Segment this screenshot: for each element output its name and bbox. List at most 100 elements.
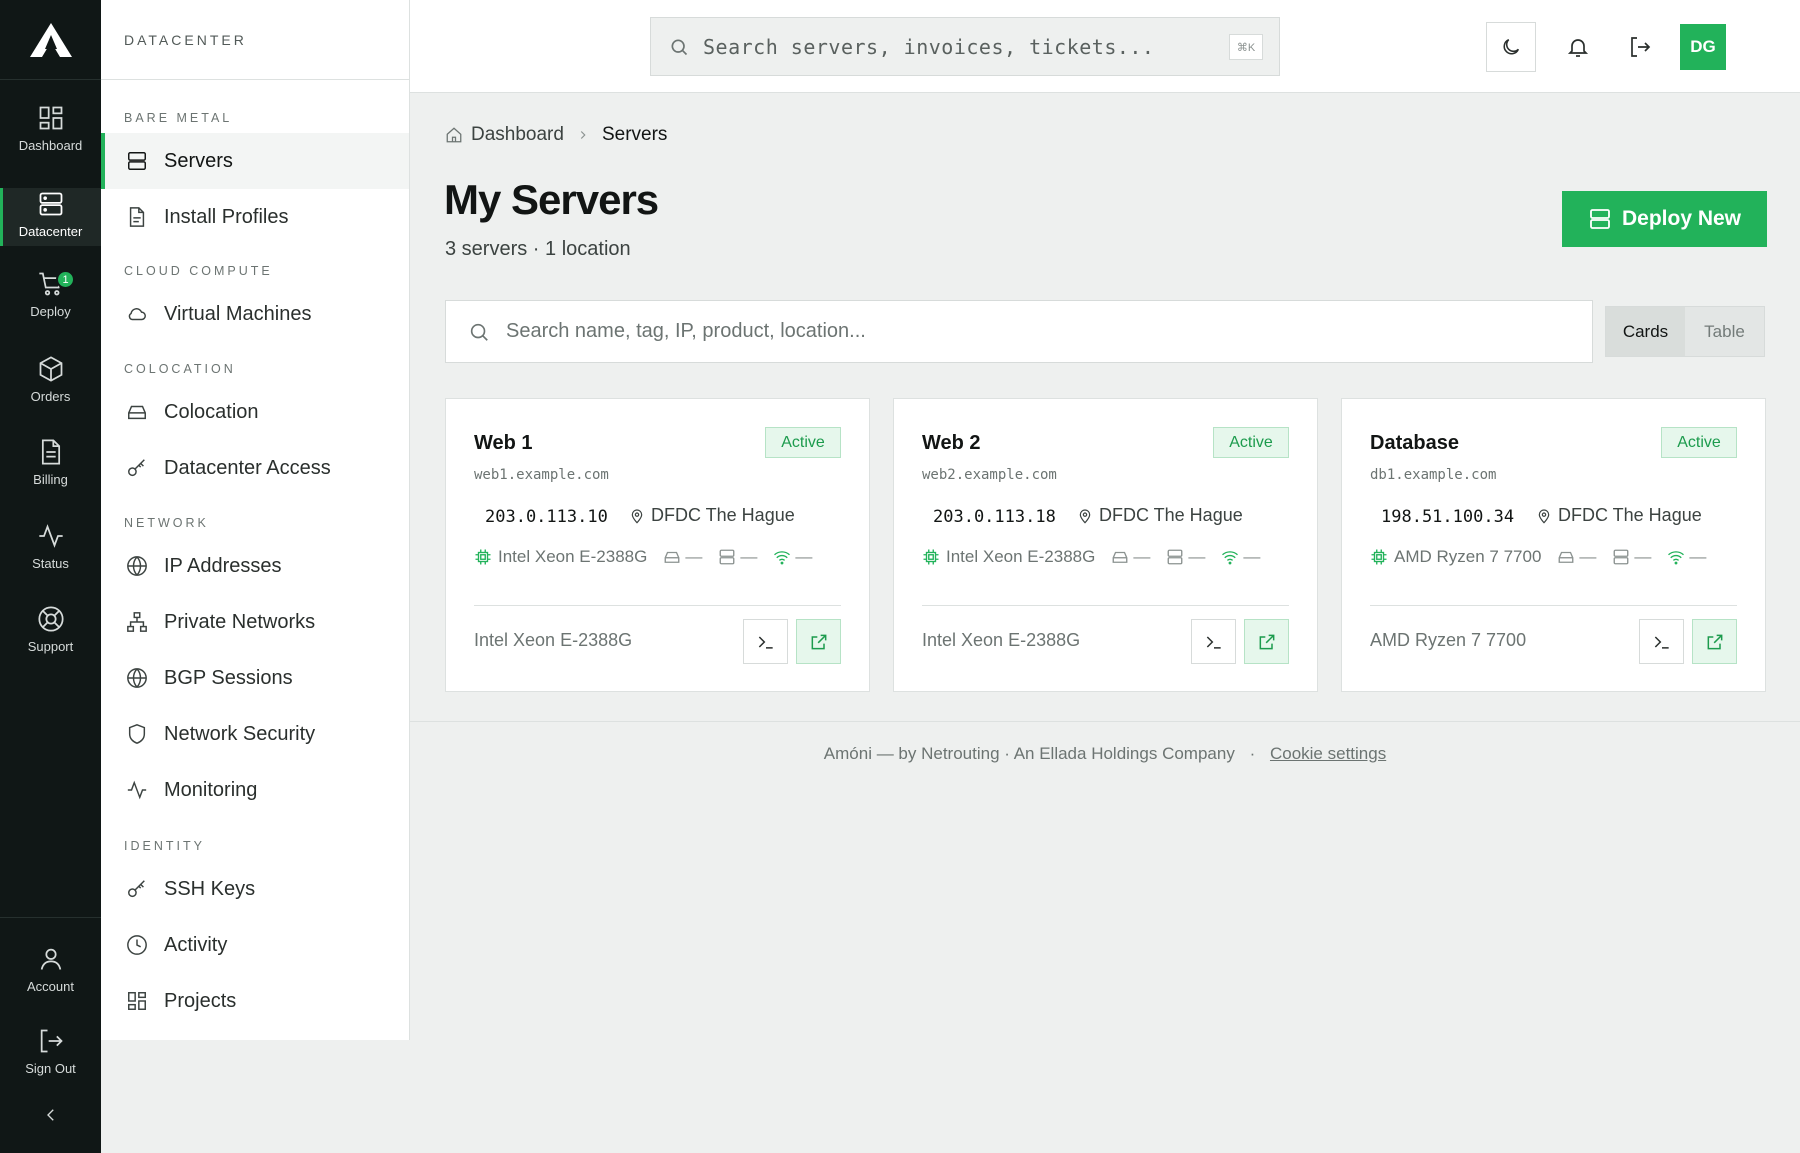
- network-spec: —: [773, 547, 812, 567]
- sidebar-item-label: IP Addresses: [164, 554, 282, 577]
- server-ip: 198.51.100.34: [1381, 507, 1515, 527]
- server-icon: [719, 549, 735, 565]
- server-card[interactable]: Database db1.example.com Active 198.51.1…: [1341, 398, 1766, 692]
- cpu-icon: [475, 549, 491, 565]
- moon-icon: [1503, 38, 1520, 55]
- section-heading: BARE METAL: [124, 111, 233, 125]
- deploy-new-button[interactable]: Deploy New: [1562, 191, 1767, 247]
- globe-icon: [127, 668, 147, 688]
- clock-icon: [127, 935, 147, 955]
- sign-out-button[interactable]: [1615, 22, 1665, 72]
- hard-drive-icon: [1558, 551, 1574, 563]
- open-server-button[interactable]: [1692, 619, 1737, 664]
- status-badge: Active: [1213, 427, 1289, 458]
- wifi-icon: [1222, 551, 1239, 565]
- sidebar-item-datacenter-access[interactable]: Datacenter Access: [101, 440, 409, 496]
- ram-spec: —: [718, 547, 757, 567]
- terminal-icon: [1206, 635, 1221, 649]
- console-button[interactable]: [1639, 619, 1684, 664]
- sidebar-item-label: SSH Keys: [164, 877, 256, 900]
- shield-icon: [128, 724, 146, 744]
- collapse-rail-button[interactable]: [0, 1106, 101, 1130]
- brand-logo[interactable]: [0, 0, 101, 80]
- breadcrumb-current: Servers: [601, 124, 668, 145]
- location-label: DFDC The Hague: [1558, 505, 1702, 525]
- sidebar-item-label: Datacenter Access: [164, 456, 331, 479]
- rail-item-sign-out[interactable]: Sign Out: [0, 1027, 101, 1087]
- server-card[interactable]: Web 1 web1.example.com Active 203.0.113.…: [445, 398, 870, 692]
- wifi-icon: [1668, 551, 1685, 565]
- grid-icon: [39, 106, 62, 130]
- sidebar-item-servers[interactable]: Servers: [101, 133, 409, 189]
- wifi-icon: [774, 551, 791, 565]
- console-button[interactable]: [1191, 619, 1236, 664]
- rail-item-billing[interactable]: Billing: [0, 438, 101, 498]
- rail-item-status[interactable]: Status: [0, 522, 101, 582]
- sidebar-item-network-security[interactable]: Network Security: [101, 706, 409, 762]
- notifications-button[interactable]: [1553, 22, 1603, 72]
- server-ip: 203.0.113.18: [933, 507, 1056, 527]
- key-icon: [128, 880, 145, 898]
- server-specs: AMD Ryzen 7 7700 — — —: [1370, 547, 1722, 567]
- activity-icon: [38, 524, 63, 548]
- network-value: —: [1243, 547, 1261, 566]
- server-product: Intel Xeon E-2388G: [474, 630, 633, 650]
- rail-item-support[interactable]: Support: [0, 605, 101, 665]
- server-icon: [39, 192, 62, 216]
- open-server-button[interactable]: [1244, 619, 1289, 664]
- map-pin-icon: [1079, 508, 1091, 524]
- server-location: DFDC The Hague: [1536, 505, 1702, 526]
- cookie-settings-link[interactable]: Cookie settings: [1270, 744, 1386, 763]
- theme-toggle-button[interactable]: [1486, 22, 1536, 72]
- terminal-icon: [758, 635, 773, 649]
- icon-rail: Dashboard Datacenter Deploy 1 Orders Bil…: [0, 0, 101, 1153]
- server-specs: Intel Xeon E-2388G — — —: [922, 547, 1276, 567]
- sidebar-item-virtual-machines[interactable]: Virtual Machines: [101, 286, 409, 342]
- server-product: Intel Xeon E-2388G: [922, 630, 1081, 650]
- rail-item-dashboard[interactable]: Dashboard: [0, 104, 101, 166]
- cpu-icon: [1371, 549, 1387, 565]
- rail-item-deploy[interactable]: Deploy 1: [0, 270, 101, 330]
- sidebar-item-projects[interactable]: Projects: [101, 973, 409, 1029]
- server-hostname: web1.example.com: [474, 467, 609, 483]
- console-button[interactable]: [743, 619, 788, 664]
- ram-value: —: [1634, 547, 1652, 566]
- section-sidebar: DATACENTER BARE METAL Servers Install Pr…: [101, 0, 410, 1040]
- footer-separator: ·: [1249, 744, 1256, 763]
- disk-value: —: [685, 547, 703, 566]
- footer-divider: [410, 721, 1800, 722]
- card-divider: [922, 605, 1289, 606]
- sidebar-item-private-networks[interactable]: Private Networks: [101, 594, 409, 650]
- rail-label: Status: [32, 556, 69, 571]
- sidebar-item-ssh-keys[interactable]: SSH Keys: [101, 861, 409, 917]
- cpu-model: AMD Ryzen 7 7700: [1394, 547, 1542, 566]
- server-card[interactable]: Web 2 web2.example.com Active 203.0.113.…: [893, 398, 1318, 692]
- server-location: DFDC The Hague: [1077, 505, 1243, 526]
- location-label: DFDC The Hague: [1099, 505, 1243, 525]
- shortcut-hint: ⌘K: [1229, 34, 1263, 60]
- sidebar-item-monitoring[interactable]: Monitoring: [101, 762, 409, 818]
- view-table-button[interactable]: Table: [1685, 307, 1764, 356]
- breadcrumb-dashboard-link[interactable]: Dashboard: [471, 124, 564, 146]
- server-filter-input[interactable]: Search name, tag, IP, product, location.…: [445, 300, 1593, 363]
- server-location: DFDC The Hague: [629, 505, 795, 526]
- global-search-input[interactable]: Search servers, invoices, tickets... ⌘K: [650, 17, 1280, 76]
- rail-item-account[interactable]: Account: [0, 945, 101, 1005]
- server-specs: Intel Xeon E-2388G — — —: [474, 547, 828, 567]
- sidebar-item-activity[interactable]: Activity: [101, 917, 409, 973]
- rail-item-orders[interactable]: Orders: [0, 355, 101, 415]
- hard-drive-icon: [128, 405, 146, 420]
- rail-item-datacenter[interactable]: Datacenter: [0, 188, 101, 246]
- sidebar-item-colocation[interactable]: Colocation: [101, 384, 409, 440]
- open-server-button[interactable]: [796, 619, 841, 664]
- card-divider: [474, 605, 841, 606]
- view-cards-button[interactable]: Cards: [1606, 307, 1685, 356]
- sidebar-item-bgp-sessions[interactable]: BGP Sessions: [101, 650, 409, 706]
- sidebar-item-install-profiles[interactable]: Install Profiles: [101, 189, 409, 245]
- page-title: My Servers: [444, 176, 659, 223]
- sidebar-item-ip-addresses[interactable]: IP Addresses: [101, 538, 409, 594]
- ram-value: —: [1188, 547, 1206, 566]
- rail-label: Billing: [33, 472, 68, 487]
- sidebar-item-label: Virtual Machines: [164, 302, 312, 325]
- user-avatar[interactable]: DG: [1680, 24, 1726, 70]
